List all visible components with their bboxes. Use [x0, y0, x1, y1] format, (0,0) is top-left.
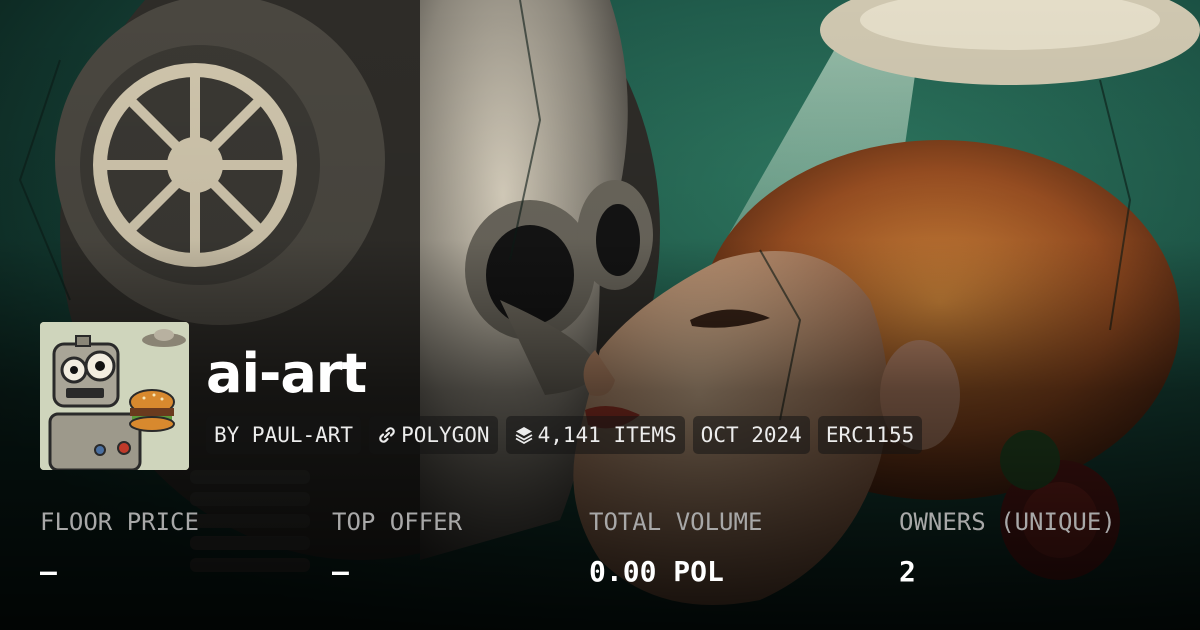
stat-value: — [40, 555, 57, 588]
stat-label: OWNERS (UNIQUE) [899, 508, 1116, 536]
token-standard-chip: ERC1155 [817, 416, 923, 454]
creator-chip: BY PAUL-ART [206, 416, 362, 454]
collection-avatar [40, 322, 189, 470]
stat-top-offer: TOP OFFER — [332, 504, 462, 590]
items-count-chip: 4,141 ITEMS [505, 416, 685, 454]
creator-label: BY PAUL-ART [214, 423, 354, 447]
stat-floor-price: FLOOR PRICE — [40, 504, 199, 590]
created-date-label: OCT 2024 [700, 423, 802, 447]
layers-icon [515, 427, 533, 445]
collection-share-card: ai-art BY PAUL-ART POLYGON 4,141 ITEMS O… [0, 0, 1200, 630]
stat-owners-unique: OWNERS (UNIQUE) 2 [899, 504, 1116, 590]
stat-label: TOP OFFER [332, 508, 463, 536]
collection-title: ai-art [206, 342, 367, 405]
stat-value: 2 [899, 555, 916, 588]
stat-label: FLOOR PRICE [40, 508, 199, 536]
items-count-label: 4,141 ITEMS [537, 423, 677, 447]
chain-chip: POLYGON [369, 416, 498, 454]
stat-total-volume: TOTAL VOLUME 0.00 POL [589, 504, 762, 590]
created-date-chip: OCT 2024 [692, 416, 810, 454]
collection-meta-chips: BY PAUL-ART POLYGON 4,141 ITEMS OCT 2024 [206, 416, 923, 454]
stat-label: TOTAL VOLUME [589, 508, 763, 536]
stat-value: — [332, 555, 349, 588]
stat-value: 0.00 POL [589, 555, 724, 588]
polygon-link-icon [379, 427, 395, 443]
chain-label: POLYGON [401, 423, 490, 447]
robot-eating-burger-icon [40, 322, 189, 470]
token-standard-label: ERC1155 [825, 423, 915, 447]
